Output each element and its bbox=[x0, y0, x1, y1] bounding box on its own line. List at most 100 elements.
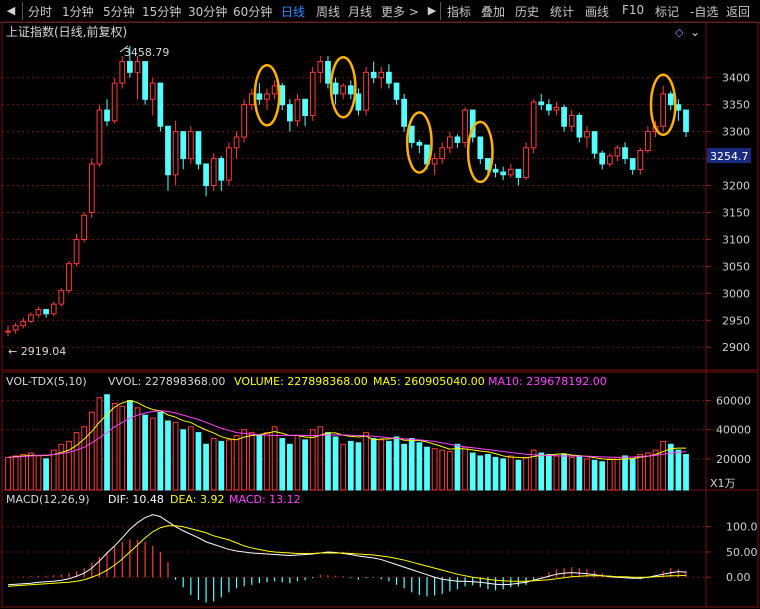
candle-body bbox=[576, 114, 583, 138]
high-price-label: 3458.79 bbox=[124, 46, 169, 59]
volume-bar bbox=[210, 437, 217, 491]
volume-bar bbox=[622, 455, 628, 491]
volume-bar bbox=[584, 458, 590, 491]
price-tick-label: 3200 bbox=[722, 180, 750, 193]
volume-bar bbox=[561, 453, 567, 491]
candle-body bbox=[241, 104, 248, 138]
volume-bar bbox=[119, 405, 126, 491]
price-tick-label: 2950 bbox=[722, 314, 750, 327]
panel-frame-2 bbox=[1, 489, 759, 608]
volume-bar bbox=[241, 429, 248, 491]
volume-panel-title: VOL-TDX(5,10) bbox=[6, 375, 87, 388]
candle-body bbox=[568, 114, 575, 127]
candle-body bbox=[294, 98, 301, 122]
volume-bar bbox=[614, 456, 621, 491]
macd-tick-label: 100.0 bbox=[726, 521, 758, 534]
macd-dif-line bbox=[7, 514, 687, 586]
candle-body bbox=[264, 93, 270, 100]
dif-readout: DIF: 10.48 bbox=[108, 493, 164, 506]
candle-body bbox=[683, 109, 689, 133]
candle-body bbox=[446, 136, 453, 149]
volume-bar bbox=[157, 411, 164, 491]
candle-body bbox=[157, 82, 164, 127]
candle-body bbox=[538, 101, 545, 106]
candle-body bbox=[279, 85, 286, 106]
volume-bar bbox=[35, 455, 42, 491]
candle-body bbox=[454, 136, 461, 143]
volume-bar bbox=[454, 443, 461, 491]
volume-bar bbox=[439, 449, 446, 491]
volume-bar bbox=[431, 448, 438, 491]
candle-body bbox=[271, 85, 278, 95]
candle-body bbox=[27, 314, 34, 322]
volume-bar bbox=[111, 402, 118, 491]
volume-bar bbox=[363, 432, 369, 491]
macd-panel-title: MACD(12,26,9) bbox=[6, 493, 90, 506]
candle-body bbox=[378, 71, 385, 79]
volume-bar bbox=[309, 429, 316, 491]
candle-body bbox=[149, 82, 156, 100]
candle-body bbox=[546, 104, 552, 111]
candle-body bbox=[309, 71, 316, 116]
volume-bar bbox=[507, 455, 514, 491]
candle-body bbox=[340, 85, 347, 95]
volume-bar bbox=[218, 440, 225, 491]
volume-bar bbox=[134, 407, 141, 491]
volume-bar bbox=[332, 436, 339, 491]
price-tick-label: 3300 bbox=[722, 126, 750, 139]
volume-bar bbox=[264, 432, 270, 491]
candle-body bbox=[248, 93, 255, 106]
volume-bar bbox=[477, 455, 484, 491]
candle-body bbox=[195, 131, 202, 165]
volume-bar bbox=[195, 432, 202, 491]
diamond-icon: ◇ bbox=[675, 26, 684, 39]
volume-tick-label: 40000 bbox=[716, 424, 751, 437]
volume-bar bbox=[492, 456, 499, 491]
candle-body bbox=[507, 168, 514, 176]
macd-readout: MACD: 13.12 bbox=[229, 493, 301, 506]
volume-bar bbox=[629, 458, 636, 491]
volume-bar bbox=[187, 426, 194, 491]
volume-bar bbox=[20, 453, 27, 491]
candle-body bbox=[347, 85, 354, 95]
candle-body bbox=[401, 98, 407, 127]
volume-bar bbox=[172, 421, 179, 491]
volume-bar bbox=[553, 455, 560, 491]
volume-tick-label: 60000 bbox=[716, 395, 751, 408]
volume-bar bbox=[248, 432, 255, 491]
volume-bar bbox=[667, 443, 674, 491]
candle-body bbox=[165, 125, 171, 176]
volume-bar bbox=[5, 456, 11, 491]
candle-body bbox=[667, 93, 674, 106]
candle-body bbox=[500, 171, 507, 176]
volume-bar bbox=[523, 456, 529, 491]
candle-body bbox=[233, 136, 240, 149]
candle-body bbox=[111, 82, 118, 122]
macd-tick-label: 50.00 bbox=[726, 546, 758, 559]
candle-body bbox=[462, 109, 468, 143]
volume-bar bbox=[58, 443, 65, 491]
candle-body bbox=[218, 158, 225, 181]
candle-body bbox=[12, 325, 19, 331]
volume-bar bbox=[142, 414, 148, 491]
candle-body bbox=[50, 303, 57, 315]
volume-bar bbox=[50, 449, 57, 491]
volume-bar bbox=[347, 440, 354, 491]
volume-bar bbox=[652, 449, 659, 491]
volume-bar bbox=[325, 432, 331, 491]
price-tick-label: 2900 bbox=[722, 341, 750, 354]
candle-body bbox=[325, 61, 331, 84]
volume-bar bbox=[546, 453, 552, 491]
volume-bar bbox=[27, 452, 34, 491]
candle-body bbox=[96, 109, 103, 165]
volume-bar bbox=[226, 439, 232, 491]
candle-body bbox=[81, 214, 88, 240]
volume-bar bbox=[256, 435, 263, 491]
candle-body bbox=[226, 147, 232, 181]
volume-bar bbox=[88, 411, 95, 491]
price-tick-label: 3050 bbox=[722, 260, 750, 273]
candle-body bbox=[66, 263, 72, 292]
candle-body bbox=[43, 308, 49, 315]
volume-bar bbox=[576, 455, 583, 491]
candle-body bbox=[431, 158, 438, 165]
